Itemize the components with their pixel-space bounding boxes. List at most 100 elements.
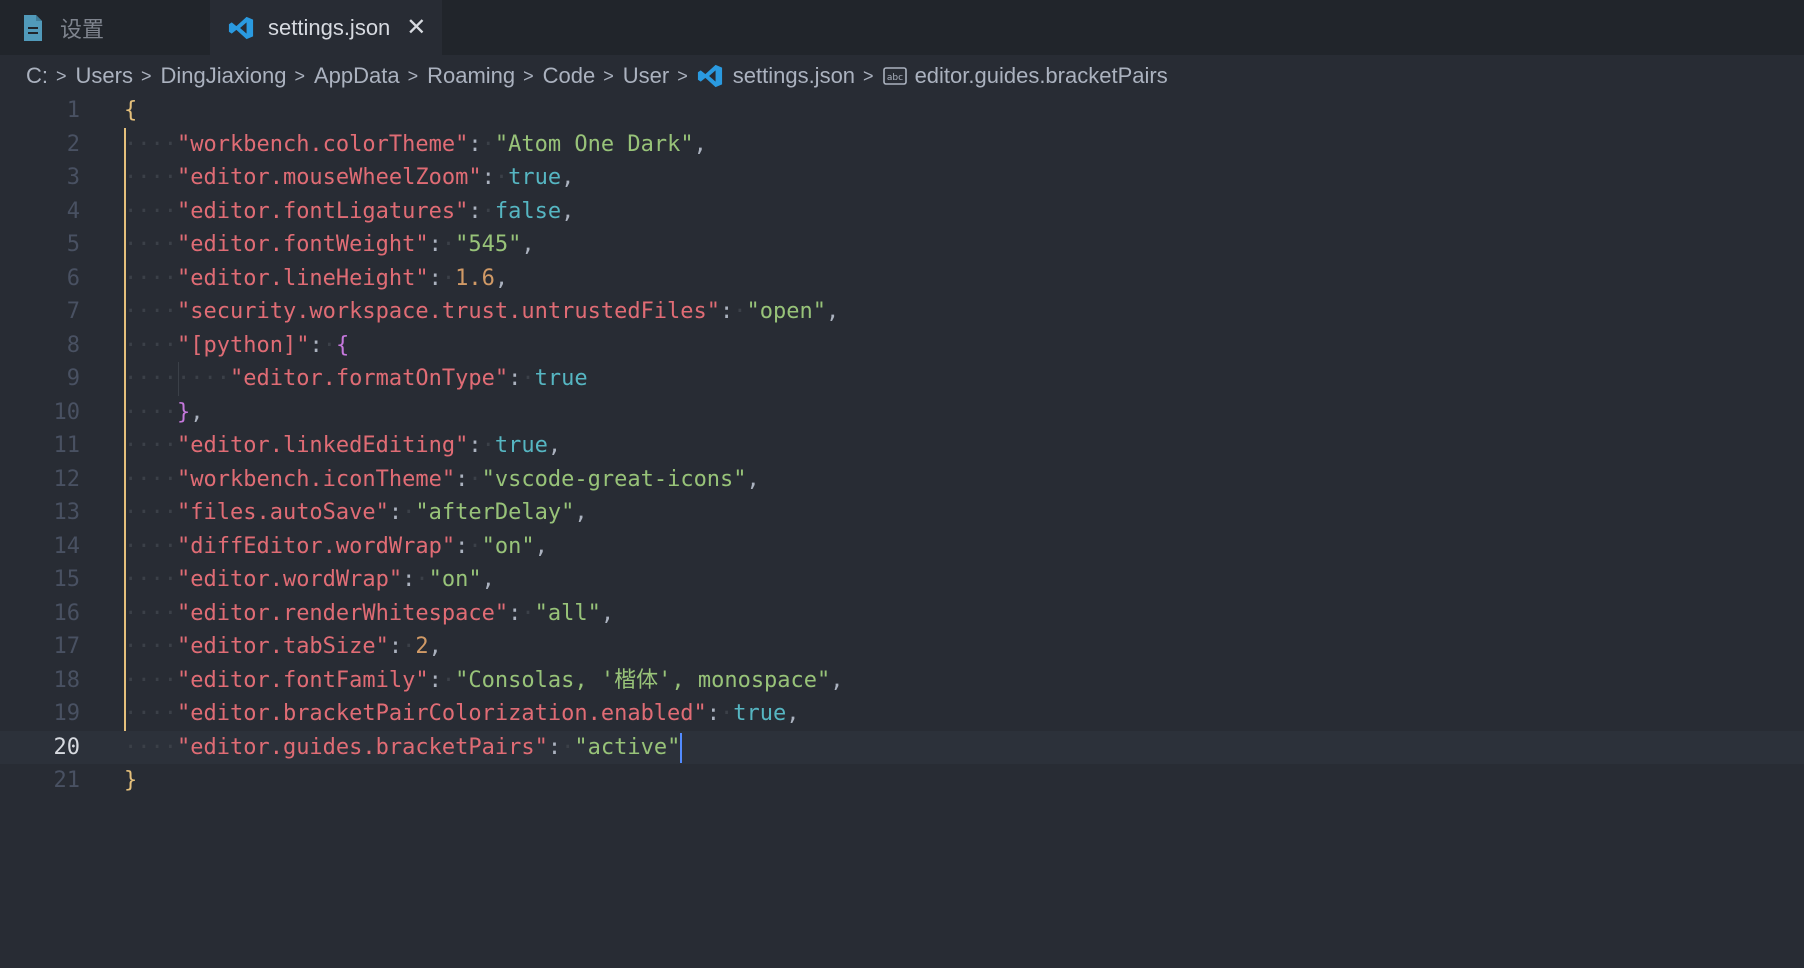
setting-value: "active" bbox=[574, 734, 681, 760]
setting-value: "vscode-great-icons" bbox=[481, 466, 747, 492]
breadcrumb-item-user-folder[interactable]: DingJiaxiong bbox=[160, 63, 286, 89]
chevron-right-icon: > bbox=[603, 65, 614, 86]
code-text: ····"files.autoSave":·"afterDelay", bbox=[124, 496, 588, 530]
code-text: ····"workbench.colorTheme":·"Atom One Da… bbox=[124, 128, 707, 162]
code-line[interactable]: 10 ····}, bbox=[0, 396, 1804, 430]
code-text: ····"editor.wordWrap":·"on", bbox=[124, 563, 495, 597]
setting-key: "workbench.iconTheme" bbox=[176, 466, 456, 492]
setting-value: 2 bbox=[415, 634, 429, 659]
code-editor[interactable]: 1{2 ····"workbench.colorTheme":·"Atom One… bbox=[0, 94, 1804, 968]
code-line[interactable]: 12 ····"workbench.iconTheme":·"vscode-gre… bbox=[0, 463, 1804, 497]
setting-key: "editor.fontFamily" bbox=[176, 667, 429, 693]
code-line[interactable]: 6 ····"editor.lineHeight":·1.6, bbox=[0, 262, 1804, 296]
whitespace: ···· bbox=[124, 198, 177, 224]
whitespace: ···· bbox=[124, 131, 177, 157]
whitespace: ···· bbox=[124, 667, 177, 693]
tab-settings-ui[interactable]: 设置 bbox=[0, 0, 210, 55]
setting-value: "Atom One Dark" bbox=[494, 131, 694, 157]
code-line[interactable]: 9 ········"editor.formatOnType":·true bbox=[0, 362, 1804, 396]
colon: : bbox=[428, 265, 442, 291]
code-line[interactable]: 13 ····"files.autoSave":·"afterDelay", bbox=[0, 496, 1804, 530]
code-line[interactable]: 21} bbox=[0, 764, 1804, 798]
code-line[interactable]: 16 ····"editor.renderWhitespace":·"all", bbox=[0, 597, 1804, 631]
setting-key: "editor.fontWeight" bbox=[176, 232, 429, 257]
comma: , bbox=[786, 701, 800, 726]
code-line[interactable]: 11 ····"editor.linkedEditing":·true, bbox=[0, 429, 1804, 463]
code-text: ····"diffEditor.wordWrap":·"on", bbox=[124, 530, 548, 564]
whitespace: · bbox=[402, 500, 416, 525]
setting-key: "editor.renderWhitespace" bbox=[176, 600, 509, 626]
code-line[interactable]: 5 ····"editor.fontWeight":·"545", bbox=[0, 228, 1804, 262]
comma: , bbox=[574, 500, 588, 525]
code-line[interactable]: 3 ····"editor.mouseWheelZoom":·true, bbox=[0, 161, 1804, 195]
code-text: ····"editor.fontLigatures":·false, bbox=[124, 195, 574, 229]
breadcrumb-item-appdata[interactable]: AppData bbox=[314, 63, 400, 89]
colon: : bbox=[468, 131, 482, 157]
setting-value: 1.6 bbox=[455, 265, 495, 291]
string-symbol-icon: abc bbox=[882, 67, 907, 85]
whitespace: ···· bbox=[124, 466, 177, 492]
svg-text:abc: abc bbox=[886, 73, 902, 83]
colon: : bbox=[455, 466, 469, 492]
code-text: ····"security.workspace.trust.untrustedF… bbox=[124, 295, 839, 329]
code-text: } bbox=[124, 764, 137, 798]
whitespace: · bbox=[521, 366, 535, 391]
breadcrumb-item-user[interactable]: User bbox=[623, 63, 669, 89]
colon: : bbox=[481, 165, 495, 190]
whitespace: ···· bbox=[124, 232, 177, 257]
setting-key: "editor.guides.bracketPairs" bbox=[176, 734, 548, 760]
code-line[interactable]: 18 ····"editor.fontFamily":·"Consolas, '楷… bbox=[0, 664, 1804, 698]
code-text: ····"editor.guides.bracketPairs":·"activ… bbox=[124, 731, 683, 765]
code-text: ····"editor.tabSize":·2, bbox=[124, 630, 442, 664]
colon: : bbox=[402, 567, 416, 592]
chevron-right-icon: > bbox=[56, 65, 67, 86]
breadcrumb-item-code[interactable]: Code bbox=[543, 63, 596, 89]
setting-key: "diffEditor.wordWrap" bbox=[176, 533, 456, 559]
code-line[interactable]: 4 ····"editor.fontLigatures":·false, bbox=[0, 195, 1804, 229]
code-line[interactable]: 2 ····"workbench.colorTheme":·"Atom One D… bbox=[0, 128, 1804, 162]
code-line[interactable]: 15 ····"editor.wordWrap":·"on", bbox=[0, 563, 1804, 597]
code-line[interactable]: 19 ····"editor.bracketPairColorization.en… bbox=[0, 697, 1804, 731]
whitespace: · bbox=[720, 701, 734, 726]
colon: : bbox=[309, 332, 323, 358]
breadcrumb-item-users[interactable]: Users bbox=[76, 63, 133, 89]
setting-value: false bbox=[494, 198, 562, 224]
colon: : bbox=[428, 232, 442, 257]
setting-key: "editor.lineHeight" bbox=[176, 265, 429, 291]
code-text: ········"editor.formatOnType":·true bbox=[124, 362, 588, 396]
chevron-right-icon: > bbox=[677, 65, 688, 86]
breadcrumb-item-drive[interactable]: C: bbox=[26, 63, 48, 89]
code-text: ····"editor.fontFamily":·"Consolas, '楷体'… bbox=[124, 664, 844, 698]
colon: : bbox=[508, 366, 522, 391]
setting-value: "on" bbox=[428, 567, 482, 592]
setting-value: true bbox=[534, 366, 588, 391]
code-line[interactable]: 14 ····"diffEditor.wordWrap":·"on", bbox=[0, 530, 1804, 564]
comma: , bbox=[521, 232, 535, 257]
open-brace: { bbox=[335, 332, 350, 358]
code-line[interactable]: 7 ····"security.workspace.trust.untrusted… bbox=[0, 295, 1804, 329]
code-line[interactable]: 17 ····"editor.tabSize":·2, bbox=[0, 630, 1804, 664]
whitespace: · bbox=[733, 299, 747, 324]
code-line[interactable]: 20 ····"editor.guides.bracketPairs":·"act… bbox=[0, 730, 1804, 765]
whitespace: · bbox=[441, 232, 456, 257]
close-brace: } bbox=[124, 768, 138, 793]
close-icon[interactable]: ✕ bbox=[406, 13, 426, 42]
whitespace: ···· bbox=[124, 332, 177, 358]
setting-value: "afterDelay" bbox=[415, 500, 575, 525]
code-text: ····"[python]":·{ bbox=[124, 329, 349, 363]
breadcrumb-item-roaming[interactable]: Roaming bbox=[427, 63, 515, 89]
whitespace: ···· bbox=[124, 433, 177, 458]
whitespace: · bbox=[481, 433, 495, 458]
setting-value: "all" bbox=[534, 600, 601, 626]
code-line[interactable]: 1{ bbox=[0, 94, 1804, 128]
breadcrumb-item-file[interactable]: settings.json bbox=[733, 63, 855, 89]
setting-key: "[python]" bbox=[176, 332, 310, 358]
whitespace: ···· bbox=[124, 165, 177, 190]
tab-settings-json[interactable]: settings.json ✕ bbox=[210, 0, 442, 55]
line-number: 11 bbox=[53, 433, 81, 458]
whitespace: · bbox=[521, 600, 535, 626]
chevron-right-icon: > bbox=[523, 65, 534, 86]
breadcrumb-item-symbol[interactable]: editor.guides.bracketPairs bbox=[915, 63, 1168, 89]
code-line[interactable]: 8 ····"[python]":·{ bbox=[0, 329, 1804, 363]
code-text: ····"editor.fontWeight":·"545", bbox=[124, 228, 535, 262]
